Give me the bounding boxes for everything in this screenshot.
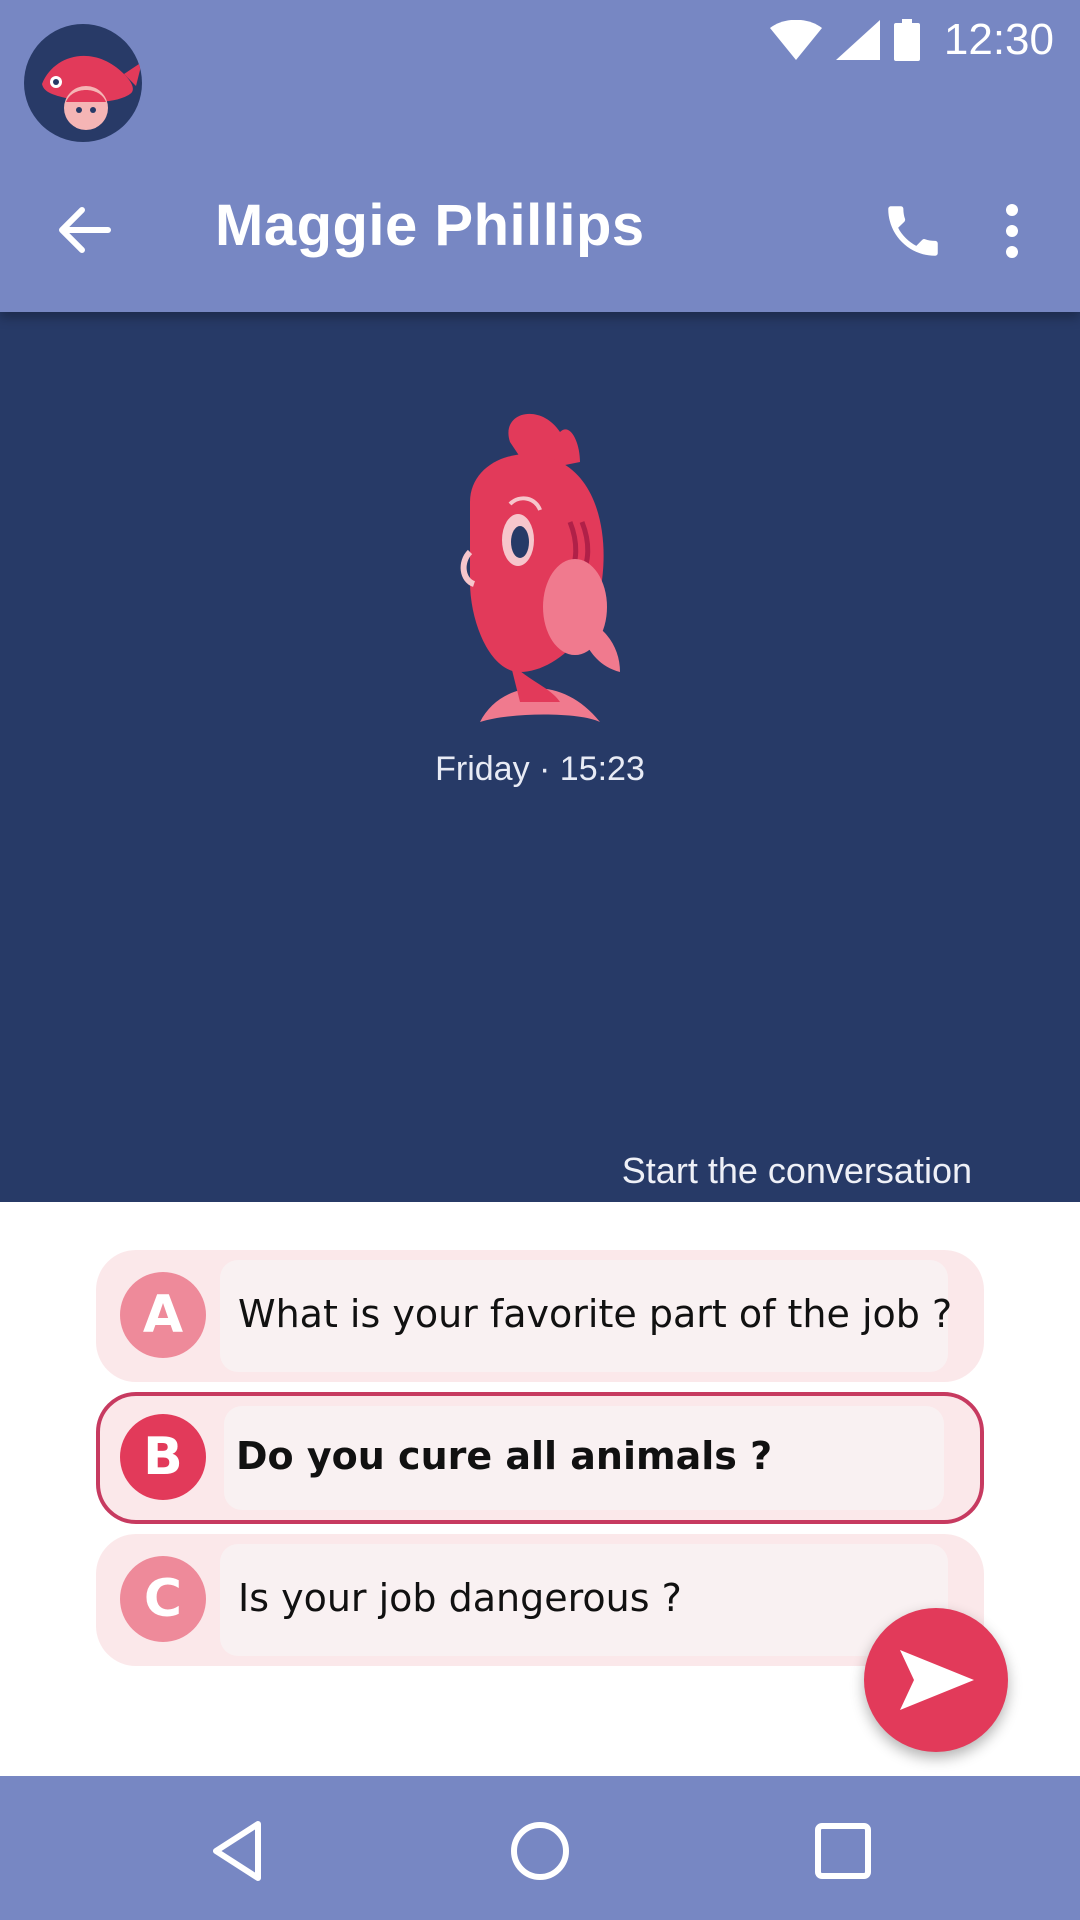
choice-c-letter-badge: C	[120, 1556, 206, 1642]
choice-a-letter-badge: A	[120, 1272, 206, 1358]
conversation-area: Friday · 15:23 Start the conversation	[0, 312, 1080, 1202]
send-button[interactable]	[864, 1608, 1008, 1752]
reply-choices: A What is your favorite part of the job …	[96, 1250, 984, 1676]
more-options-button[interactable]	[990, 198, 1034, 264]
nav-recents-icon	[815, 1823, 871, 1879]
page-title: Maggie Phillips	[215, 193, 645, 258]
choice-c-text: Is your job dangerous ?	[238, 1576, 682, 1620]
status-time: 12:30	[943, 15, 1054, 64]
fish-mascot-icon	[460, 413, 620, 722]
nav-back-icon	[213, 1821, 261, 1881]
wifi-icon	[769, 20, 822, 60]
back-button[interactable]	[54, 200, 114, 260]
contact-avatar[interactable]	[24, 24, 142, 142]
battery-icon	[893, 19, 920, 61]
system-nav-bar	[0, 1776, 1080, 1920]
choice-c[interactable]: C Is your job dangerous ?	[96, 1534, 984, 1666]
conversation-timestamp: Friday · 15:23	[435, 750, 645, 788]
choice-b[interactable]: B Do you cure all animals ?	[96, 1392, 984, 1524]
nav-recents-button[interactable]	[808, 1816, 878, 1886]
phone-icon	[888, 206, 938, 256]
call-button[interactable]	[880, 198, 946, 264]
more-vert-icon	[1006, 204, 1018, 258]
back-arrow-icon	[59, 207, 111, 253]
choice-b-text: Do you cure all animals ?	[236, 1434, 773, 1478]
top-app-area: 12:30 Maggie Phillips	[0, 0, 1080, 312]
nav-home-button[interactable]	[505, 1816, 575, 1886]
choice-b-letter-badge: B	[120, 1414, 206, 1500]
fish-avatar-icon	[42, 55, 142, 130]
status-bar: 12:30	[769, 10, 1054, 70]
signal-icon	[835, 20, 880, 60]
nav-back-button[interactable]	[204, 1816, 274, 1886]
nav-home-icon	[511, 1822, 569, 1880]
start-conversation-label: Start the conversation	[621, 1150, 972, 1191]
choice-a[interactable]: A What is your favorite part of the job …	[96, 1250, 984, 1382]
choice-a-text: What is your favorite part of the job ?	[238, 1292, 953, 1336]
send-icon	[900, 1650, 974, 1710]
app-bar: Maggie Phillips	[0, 170, 1080, 290]
